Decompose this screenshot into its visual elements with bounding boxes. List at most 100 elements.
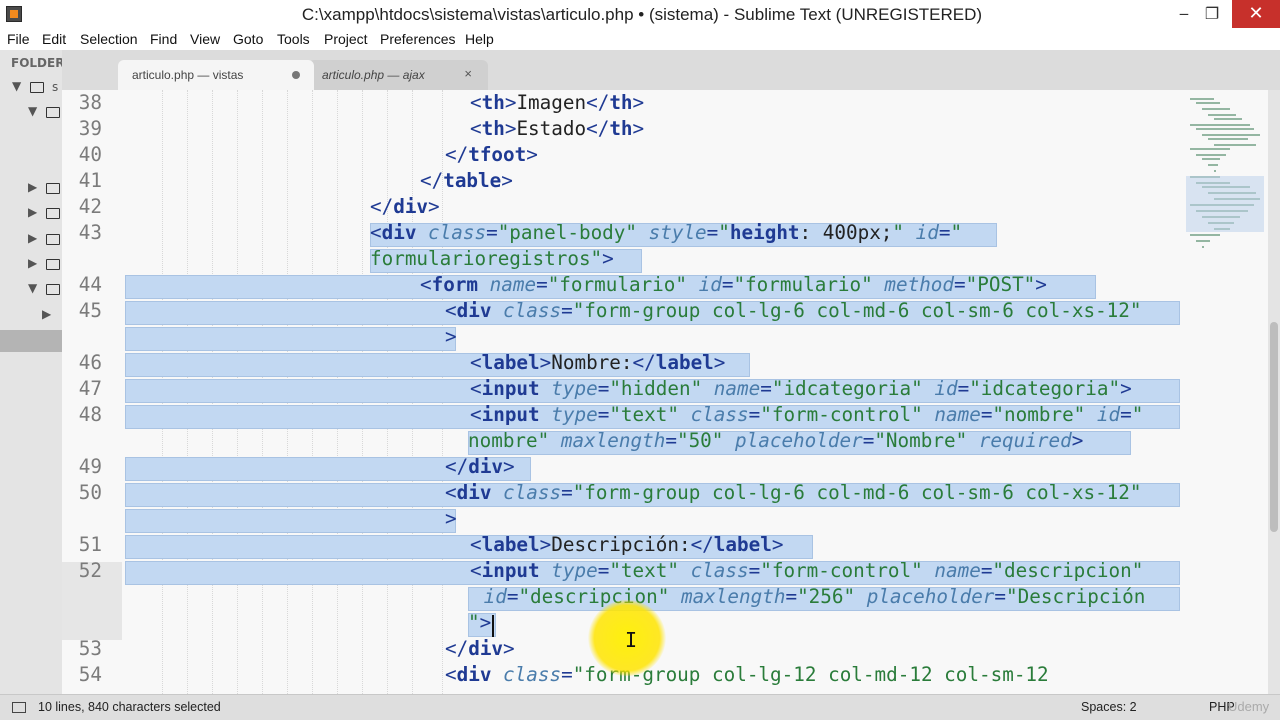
code-line[interactable]: 40 </tfoot> xyxy=(62,142,1268,168)
menu-tools[interactable]: Tools xyxy=(277,31,310,47)
close-icon[interactable]: × xyxy=(464,66,472,81)
token-pn: > xyxy=(445,507,457,530)
menu-goto[interactable]: Goto xyxy=(233,31,263,47)
indentation-status[interactable]: Spaces: 2 xyxy=(1081,700,1137,714)
line-number: 48 xyxy=(78,403,102,426)
menu-edit[interactable]: Edit xyxy=(42,31,66,47)
menu-find[interactable]: Find xyxy=(150,31,177,47)
code-editor[interactable]: 38 <th>Imagen</th> 39 <th>Estado</th> 40 </tf… xyxy=(62,90,1268,694)
unsaved-dot-icon[interactable] xyxy=(292,71,300,79)
token-pn: < xyxy=(470,403,482,426)
menu-selection[interactable]: Selection xyxy=(80,31,138,47)
sidebar-item-folder[interactable]: ▶ xyxy=(0,230,62,250)
chevron-right-icon[interactable]: ▶ xyxy=(42,307,51,321)
scrollbar-thumb[interactable] xyxy=(1270,322,1278,532)
token-attr: placeholder xyxy=(866,585,995,608)
panel-toggle-icon[interactable] xyxy=(12,702,26,713)
code-line[interactable]: 39 <th>Estado</th> xyxy=(62,116,1268,142)
token-pn: = xyxy=(597,377,610,400)
token-pn: = xyxy=(748,559,761,582)
code-line[interactable]: 46 <label>Nombre:</label> xyxy=(62,350,1268,376)
code-line[interactable]: 44 <form name="formulario" id="formulario… xyxy=(62,272,1268,298)
minimap-line xyxy=(1196,128,1254,130)
minimap-line xyxy=(1208,114,1236,116)
sidebar-item-label: s xyxy=(52,80,59,94)
code-text: nombre" maxlength="50" placeholder="Nomb… xyxy=(468,428,1083,454)
chevron-right-icon[interactable]: ▶ xyxy=(28,256,37,270)
token-pn: < xyxy=(445,663,457,686)
code-line[interactable]: 41 </table> xyxy=(62,168,1268,194)
sidebar-item-folder[interactable]: ▼ xyxy=(0,280,62,300)
minimap-line xyxy=(1208,164,1218,166)
code-line[interactable]: nombre" maxlength="50" placeholder="Nomb… xyxy=(62,428,1268,454)
token-str: "formulario" xyxy=(733,273,873,296)
code-text: <input type="text" class="form-control" … xyxy=(470,402,1143,428)
sidebar-item-folder[interactable]: ▼ xyxy=(0,103,62,123)
code-line[interactable]: > xyxy=(62,324,1268,350)
vertical-scrollbar[interactable] xyxy=(1268,90,1280,694)
menu-project[interactable]: Project xyxy=(324,31,368,47)
chevron-right-icon[interactable]: ▶ xyxy=(28,231,37,245)
maximize-button[interactable]: ❐ xyxy=(1192,0,1232,28)
sidebar-item-folder[interactable]: ▶ xyxy=(0,204,62,224)
token-pn: = xyxy=(980,403,993,426)
token-str: "POST" xyxy=(965,273,1036,296)
tab-articulo-vistas[interactable]: articulo.php — vistas xyxy=(118,60,314,90)
token-pn: > xyxy=(503,637,515,660)
token-pn: = xyxy=(597,403,610,426)
code-line[interactable]: formularioregistros"> xyxy=(62,246,1268,272)
token-txt: Imagen xyxy=(516,91,587,114)
menu-view[interactable]: View xyxy=(190,31,220,47)
chevron-right-icon[interactable]: ▶ xyxy=(28,205,37,219)
code-text: id="descripcion" maxlength="256" placeho… xyxy=(472,584,1146,610)
code-line[interactable]: > xyxy=(62,506,1268,532)
chevron-right-icon[interactable]: ▶ xyxy=(28,180,37,194)
sidebar-item-root[interactable]: ▼ s xyxy=(0,78,62,98)
menu-preferences[interactable]: Preferences xyxy=(380,31,455,47)
token-pn: = xyxy=(954,273,966,296)
minimap-viewport[interactable] xyxy=(1186,176,1264,232)
sidebar-selected-item[interactable] xyxy=(0,330,62,352)
token-str: "idcategoria" xyxy=(969,377,1121,400)
minimap-line xyxy=(1202,134,1260,136)
token-tag: label xyxy=(481,533,540,556)
menu-file[interactable]: File xyxy=(7,31,30,47)
line-number: 41 xyxy=(78,169,102,192)
code-line[interactable]: 43 <div class="panel-body" style="height:… xyxy=(62,220,1268,246)
code-line[interactable]: 54 <div class="form-group col-lg-12 col-m… xyxy=(62,662,1268,688)
close-button[interactable]: ✕ xyxy=(1232,0,1280,28)
code-line[interactable]: id="descripcion" maxlength="256" placeho… xyxy=(62,584,1268,610)
token-pn: < xyxy=(445,481,457,504)
code-line[interactable]: 38 <th>Imagen</th> xyxy=(62,90,1268,116)
code-line[interactable]: 47 <input type="hidden" name="idcategoria… xyxy=(62,376,1268,402)
folder-open-icon xyxy=(46,284,60,295)
code-line[interactable]: 49 </div> xyxy=(62,454,1268,480)
folder-open-icon xyxy=(30,82,44,93)
code-line[interactable]: 52 <input type="text" class="form-control… xyxy=(62,558,1268,584)
line-number: 42 xyxy=(78,195,102,218)
minimap-line xyxy=(1202,108,1230,110)
token-str: "hidden" xyxy=(609,377,703,400)
token-str: "nombre" xyxy=(992,403,1086,426)
line-number: 44 xyxy=(78,273,102,296)
sidebar-item-folder[interactable]: ▶ xyxy=(0,306,62,326)
code-line[interactable]: 50 <div class="form-group col-lg-6 col-md… xyxy=(62,480,1268,506)
chevron-down-icon[interactable]: ▼ xyxy=(12,79,21,93)
token-tag: input xyxy=(481,403,540,426)
chevron-down-icon[interactable]: ▼ xyxy=(28,104,37,118)
chevron-down-icon[interactable]: ▼ xyxy=(28,281,37,295)
menu-help[interactable]: Help xyxy=(465,31,494,47)
sidebar-item-folder[interactable]: ▶ xyxy=(0,179,62,199)
token-attr: type xyxy=(551,403,598,426)
minimap-line xyxy=(1202,158,1220,160)
code-line[interactable]: 51 <label>Descripción:</label> xyxy=(62,532,1268,558)
sidebar-item-folder[interactable]: ▶ xyxy=(0,255,62,275)
token-pn: = xyxy=(665,429,677,452)
tab-articulo-ajax[interactable]: articulo.php — ajax × xyxy=(308,60,488,90)
code-line[interactable]: 45 <div class="form-group col-lg-6 col-md… xyxy=(62,298,1268,324)
code-line[interactable]: 42 </div> xyxy=(62,194,1268,220)
code-line[interactable]: 48 <input type="text" class="form-control… xyxy=(62,402,1268,428)
